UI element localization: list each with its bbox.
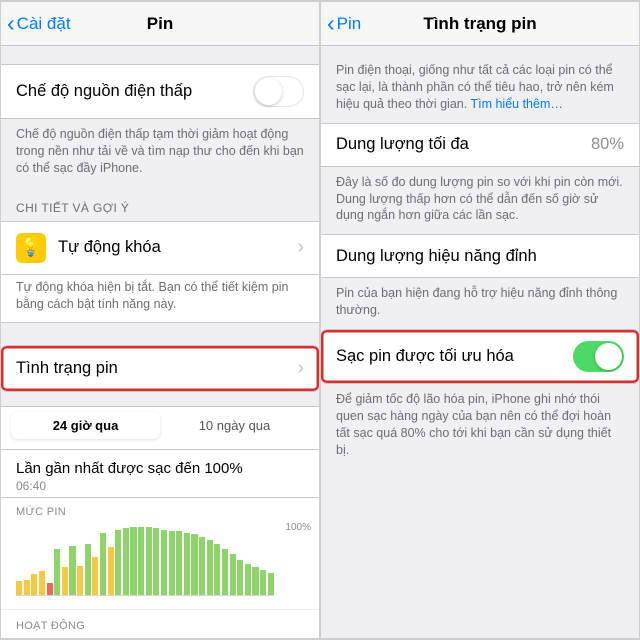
segment-24h[interactable]: 24 giờ qua bbox=[11, 412, 160, 439]
low-power-label: Chế độ nguồn điện thấp bbox=[16, 82, 192, 101]
max-capacity-row: Dung lượng tối đa 80% bbox=[321, 123, 639, 167]
activity-header: HOẠT ĐỘNG bbox=[1, 610, 319, 634]
segment-10d[interactable]: 10 ngày qua bbox=[160, 412, 309, 439]
last-charge-time: 06:40 bbox=[16, 479, 304, 493]
lightbulb-icon: 💡 bbox=[16, 233, 46, 263]
level-ylabel: 100% bbox=[285, 522, 311, 533]
back-button[interactable]: ‹ Cài đặt bbox=[7, 12, 71, 35]
activity-chart: 60 phút 30 phút bbox=[1, 634, 319, 638]
auto-lock-row[interactable]: 💡 Tự động khóa › bbox=[1, 221, 319, 275]
back-button[interactable]: ‹ Pin bbox=[327, 12, 361, 35]
content: Chế độ nguồn điện thấp Chế độ nguồn điện… bbox=[1, 46, 319, 638]
insights-header: CHI TIẾT VÀ GỢI Ý bbox=[1, 187, 319, 221]
battery-health-screen: ‹ Pin Tình trạng pin Pin điện thoại, giố… bbox=[321, 2, 639, 638]
learn-more-link[interactable]: Tìm hiểu thêm… bbox=[470, 97, 562, 111]
battery-settings-screen: ‹ Cài đặt Pin Chế độ nguồn điện thấp Chế… bbox=[1, 2, 319, 638]
battery-level-chart: 100% bbox=[1, 520, 319, 610]
peak-performance-footer: Pin của bạn hiện đang hỗ trợ hiệu năng đ… bbox=[321, 278, 639, 329]
page-title: Pin bbox=[147, 14, 173, 34]
intro-text: Pin điện thoại, giống như tất cả các loạ… bbox=[321, 46, 639, 123]
back-label: Cài đặt bbox=[17, 14, 71, 34]
max-capacity-value: 80% bbox=[591, 135, 624, 154]
low-power-toggle[interactable] bbox=[253, 76, 304, 107]
chevron-right-icon: › bbox=[297, 357, 304, 380]
optimized-charging-toggle[interactable] bbox=[573, 341, 624, 372]
peak-performance-label: Dung lượng hiệu năng đỉnh bbox=[336, 247, 537, 266]
chevron-left-icon: ‹ bbox=[327, 12, 335, 35]
optimized-charging-label: Sạc pin được tối ưu hóa bbox=[336, 347, 514, 366]
max-capacity-label: Dung lượng tối đa bbox=[336, 135, 469, 154]
low-power-mode-row[interactable]: Chế độ nguồn điện thấp bbox=[1, 64, 319, 119]
optimized-charging-footer: Để giảm tốc độ lão hóa pin, iPhone ghi n… bbox=[321, 384, 639, 469]
last-charge-block: Lần gần nhất được sạc đến 100% 06:40 bbox=[1, 450, 319, 498]
chevron-right-icon: › bbox=[297, 236, 304, 259]
battery-health-label: Tình trạng pin bbox=[16, 359, 118, 378]
nav-bar: ‹ Cài đặt Pin bbox=[1, 2, 319, 46]
content: Pin điện thoại, giống như tất cả các loạ… bbox=[321, 46, 639, 638]
battery-health-row[interactable]: Tình trạng pin › bbox=[1, 345, 319, 392]
page-title: Tình trạng pin bbox=[423, 14, 536, 34]
nav-bar: ‹ Pin Tình trạng pin bbox=[321, 2, 639, 46]
low-power-footer: Chế độ nguồn điện thấp tạm thời giảm hoạ… bbox=[1, 119, 319, 187]
time-range-segment: 24 giờ qua 10 ngày qua bbox=[1, 406, 319, 450]
peak-performance-row: Dung lượng hiệu năng đỉnh bbox=[321, 234, 639, 278]
optimized-charging-row[interactable]: Sạc pin được tối ưu hóa bbox=[321, 329, 639, 384]
back-label: Pin bbox=[337, 14, 362, 34]
level-header: MỨC PIN bbox=[1, 498, 319, 520]
auto-lock-label: Tự động khóa bbox=[58, 238, 161, 257]
auto-lock-footer: Tự động khóa hiện bị tắt. Bạn có thể tiế… bbox=[1, 275, 319, 324]
max-capacity-footer: Đây là số đo dung lượng pin so với khi p… bbox=[321, 167, 639, 235]
last-charge-title: Lần gần nhất được sạc đến 100% bbox=[16, 460, 304, 477]
chevron-left-icon: ‹ bbox=[7, 12, 15, 35]
